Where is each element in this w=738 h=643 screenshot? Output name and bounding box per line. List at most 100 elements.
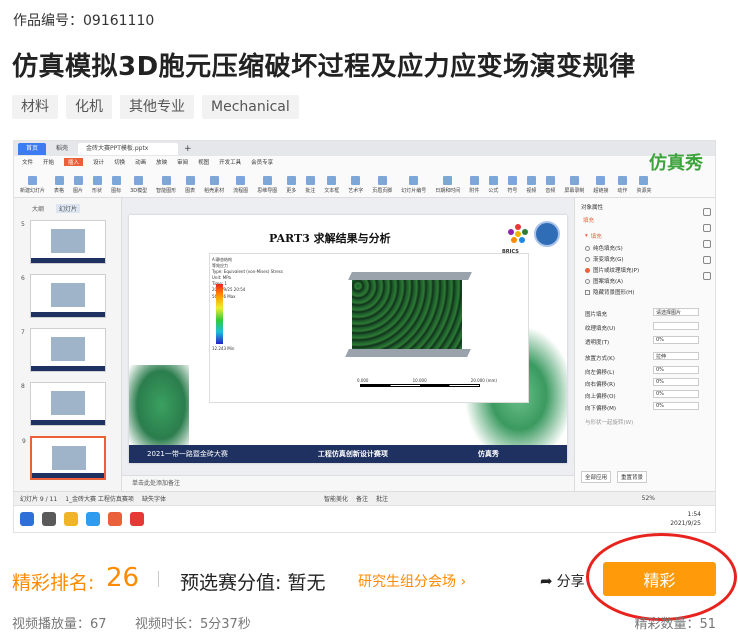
- tab-file[interactable]: 金砖大赛PPT模板.pptx: [78, 142, 179, 155]
- ribbon-button[interactable]: 思维导图: [257, 176, 277, 194]
- ribbon-button[interactable]: 资源夹: [636, 176, 651, 194]
- offset-stepper[interactable]: 0%: [653, 390, 699, 398]
- tag-item[interactable]: Mechanical: [202, 95, 299, 119]
- search-icon[interactable]: [42, 512, 56, 526]
- ribbon-button[interactable]: 公式: [488, 176, 498, 194]
- slide-thumbnail[interactable]: 8: [21, 382, 106, 426]
- menu-item[interactable]: 审阅: [177, 158, 188, 166]
- menu-item[interactable]: 设计: [93, 158, 104, 166]
- ribbon-button[interactable]: 批注: [305, 176, 315, 194]
- menu-item[interactable]: 开发工具: [219, 158, 241, 166]
- ribbon-button[interactable]: 幻灯片编号: [401, 176, 426, 194]
- venue-link[interactable]: 研究生组分会场 ›: [358, 571, 466, 591]
- ribbon-button[interactable]: 动作: [617, 176, 627, 194]
- fill-option[interactable]: 图案填充(A): [585, 277, 623, 285]
- menu-item[interactable]: 切换: [114, 158, 125, 166]
- fill-option[interactable]: 渐变填充(G): [585, 255, 624, 263]
- ribbon-button[interactable]: 表格: [54, 176, 64, 194]
- offset-stepper[interactable]: 0%: [653, 366, 699, 374]
- notes-input[interactable]: 单击此处添加备注: [122, 475, 574, 491]
- ribbon-button[interactable]: 3D模型: [130, 176, 147, 194]
- tag-item[interactable]: 材料: [12, 95, 58, 119]
- offset-stepper[interactable]: 0%: [653, 378, 699, 386]
- menu-item[interactable]: 放映: [156, 158, 167, 166]
- record-icon[interactable]: [130, 512, 144, 526]
- smart-beautify[interactable]: 智能美化: [324, 494, 348, 503]
- fill-option[interactable]: 隐藏背景图形(H): [585, 288, 634, 296]
- notes-toggle[interactable]: 备注: [356, 494, 368, 503]
- prop-label: 向上偏移(O): [585, 394, 616, 400]
- tab-fill[interactable]: 填充: [583, 216, 594, 224]
- properties-icon[interactable]: [703, 208, 711, 216]
- ribbon-button[interactable]: 图表: [185, 176, 195, 194]
- menu-item[interactable]: 视图: [198, 158, 209, 166]
- pane-tab-outline[interactable]: 大纲: [32, 204, 44, 213]
- highlight-button[interactable]: 精彩: [603, 562, 716, 596]
- slide[interactable]: PART3 求解结果与分析 BRICS A:静态结构 等效应力 Type: Equi…: [129, 215, 567, 463]
- picture-fill-select[interactable]: 请选择图片: [653, 308, 699, 316]
- start-icon[interactable]: [20, 512, 34, 526]
- browser-icon[interactable]: [86, 512, 100, 526]
- reset-background-button[interactable]: 重置背景: [617, 471, 648, 483]
- missing-font[interactable]: 缺失字体: [142, 494, 166, 503]
- tag-item[interactable]: 化机: [66, 95, 112, 119]
- animation-icon[interactable]: [703, 240, 711, 248]
- menu-item[interactable]: 文件: [22, 158, 33, 166]
- ribbon-button[interactable]: 页眉页脚: [372, 176, 392, 194]
- ribbon-button[interactable]: 超链接: [593, 176, 608, 194]
- ribbon-button[interactable]: 符号: [507, 176, 517, 194]
- fill-section[interactable]: ▾ 填充: [585, 232, 602, 240]
- fill-option[interactable]: 纯色填充(S): [585, 244, 623, 252]
- wps-icon[interactable]: [108, 512, 122, 526]
- ribbon-button[interactable]: 附件: [469, 176, 479, 194]
- menu-item[interactable]: 会员专享: [251, 158, 273, 166]
- share-button[interactable]: ➦ 分享: [540, 571, 585, 591]
- ribbon-button[interactable]: 日期和时间: [435, 176, 460, 194]
- ribbon-button[interactable]: 新建幻灯片: [20, 176, 45, 194]
- slide-thumbnail[interactable]: 6: [21, 274, 106, 318]
- ribbon-button[interactable]: 文本框: [324, 176, 339, 194]
- slide-thumbnail-pane: 大纲幻灯片 5 6 7 8 9 +: [14, 198, 122, 501]
- comments-toggle[interactable]: 批注: [376, 494, 388, 503]
- ribbon-button[interactable]: 视频: [526, 176, 536, 194]
- slide-thumbnail-selected[interactable]: 9: [22, 436, 106, 480]
- zoom-level[interactable]: 52%: [642, 495, 655, 502]
- ribbon-button[interactable]: 形状: [92, 176, 102, 194]
- ribbon-button[interactable]: 图片: [73, 176, 83, 194]
- offset-stepper[interactable]: 0%: [653, 402, 699, 410]
- simulation-image: A:静态结构 等效应力 Type: Equivalent (von-Mises) S…: [209, 253, 529, 403]
- bottom-plate: [345, 349, 471, 357]
- pane-tab-slides[interactable]: 幻灯片: [56, 204, 81, 213]
- rotate-checkbox[interactable]: 与形状一起旋转(W): [585, 418, 633, 426]
- ribbon-button[interactable]: 图标: [111, 176, 121, 194]
- color-legend: [216, 284, 223, 344]
- tag-item[interactable]: 其他专业: [120, 95, 194, 119]
- menu-item-active[interactable]: 插入: [64, 158, 84, 166]
- ribbon-button[interactable]: 流程图: [233, 176, 248, 194]
- ribbon-button[interactable]: 音频: [545, 176, 555, 194]
- ribbon-button[interactable]: 艺术字: [348, 176, 363, 194]
- slide-thumbnail[interactable]: 5: [21, 220, 106, 264]
- add-tab-icon[interactable]: +: [184, 144, 192, 154]
- video-player[interactable]: 首页 稻壳 金砖大赛PPT模板.pptx + 文件 开始 插入 设计 切换 动画…: [13, 140, 716, 533]
- apply-all-button[interactable]: 全部应用: [581, 471, 612, 483]
- tab-home[interactable]: 首页: [18, 142, 47, 155]
- tab-docer[interactable]: 稻壳: [48, 143, 76, 155]
- fill-option[interactable]: 图片或纹理填充(P): [585, 266, 639, 274]
- menu-item[interactable]: 动画: [135, 158, 146, 166]
- ribbon-button[interactable]: 稻壳素材: [204, 176, 224, 194]
- settings-icon[interactable]: [703, 272, 711, 280]
- ribbon-button[interactable]: 屏幕录制: [564, 176, 584, 194]
- folder-icon[interactable]: [64, 512, 78, 526]
- seal-icon: [534, 221, 560, 247]
- slide-thumbnail[interactable]: 7: [21, 328, 106, 372]
- ribbon-button[interactable]: 智能图形: [156, 176, 176, 194]
- help-icon[interactable]: [703, 256, 711, 264]
- transparency-slider[interactable]: 0%: [653, 336, 699, 344]
- texture-select[interactable]: [653, 322, 699, 330]
- style-icon[interactable]: [703, 224, 711, 232]
- rank-value: 26: [106, 563, 140, 593]
- menu-item[interactable]: 开始: [43, 158, 54, 166]
- placement-select[interactable]: 拉伸: [653, 352, 699, 360]
- ribbon-button[interactable]: 更多: [286, 176, 296, 194]
